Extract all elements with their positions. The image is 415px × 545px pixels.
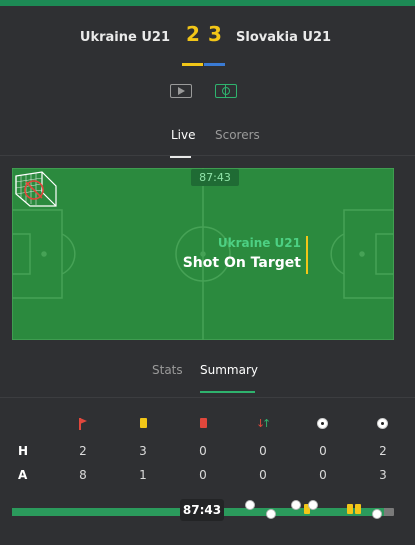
stat-value: 0 <box>319 468 327 482</box>
stat-value: 0 <box>259 444 267 458</box>
row-label-home: H <box>18 444 29 458</box>
play-video-icon[interactable] <box>170 84 192 98</box>
stat-value: 8 <box>79 468 87 482</box>
pitch-view-icon[interactable] <box>215 84 237 98</box>
away-color-bar <box>204 63 225 66</box>
pitch-markings <box>12 168 394 340</box>
stat-value: 2 <box>79 444 87 458</box>
event-team: Ukraine U21 <box>217 236 301 250</box>
stat-value: 0 <box>319 444 327 458</box>
tab-summary-indicator <box>200 391 255 393</box>
red-card-icon <box>200 418 207 428</box>
live-pitch: 87:43 Ukraine U21 Shot On Target <box>12 168 394 340</box>
divider <box>0 397 415 398</box>
away-score: 3 <box>208 22 222 46</box>
stat-value: 1 <box>139 468 147 482</box>
home-score: 2 <box>186 22 200 46</box>
stat-value: 3 <box>379 468 387 482</box>
goal-net-icon <box>15 171 57 207</box>
event-team-color-bar <box>306 236 308 274</box>
tab-live-indicator <box>170 156 191 158</box>
substitution-icon: ↓ ↑ <box>256 417 272 430</box>
stat-value: 0 <box>199 468 207 482</box>
tab-live[interactable]: Live <box>171 128 196 142</box>
timeline-goal-icon[interactable] <box>244 500 255 510</box>
stat-value: 0 <box>199 444 207 458</box>
live-clock: 87:43 <box>191 169 239 186</box>
stat-value: 0 <box>259 468 267 482</box>
yellow-card-icon <box>140 418 147 428</box>
tab-scorers[interactable]: Scorers <box>215 128 260 142</box>
tab-summary[interactable]: Summary <box>200 363 258 377</box>
stat-value: 3 <box>139 444 147 458</box>
stat-value: 2 <box>379 444 387 458</box>
timeline-yellow-card-icon[interactable] <box>346 504 353 514</box>
away-team-name: Slovakia U21 <box>236 30 332 45</box>
timeline-yellow-card-icon[interactable] <box>355 504 362 514</box>
corner-flag-icon <box>78 418 90 430</box>
home-color-bar <box>182 63 203 66</box>
ball-icon <box>317 418 328 429</box>
row-label-away: A <box>18 468 28 482</box>
timeline-clock: 87:43 <box>180 499 224 521</box>
match-header: Ukraine U21 2 3 Slovakia U21 Live Scorer… <box>0 6 415 158</box>
timeline-goal-icon[interactable] <box>372 509 383 519</box>
ball-icon <box>377 418 388 429</box>
tab-stats[interactable]: Stats <box>152 363 183 377</box>
home-team-name: Ukraine U21 <box>79 30 170 45</box>
timeline-goal-icon[interactable] <box>265 509 276 519</box>
event-text: Shot On Target <box>182 255 301 271</box>
